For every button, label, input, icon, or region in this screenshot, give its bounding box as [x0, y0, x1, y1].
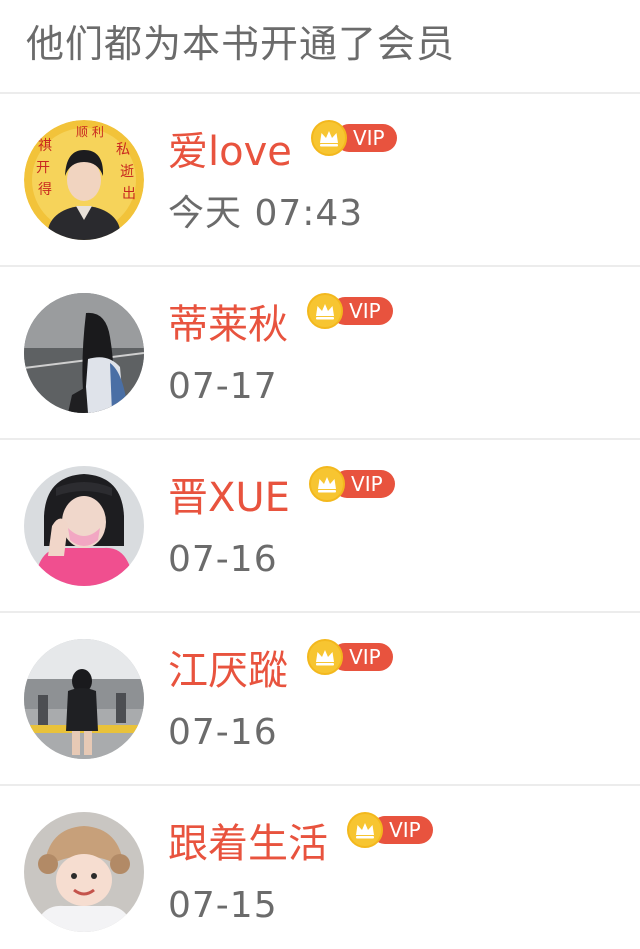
- list-item[interactable]: 晋XUE VIP 07-16: [0, 440, 640, 613]
- name-line: 晋XUE VIP: [168, 466, 395, 526]
- svg-text:私: 私: [116, 142, 130, 158]
- members-page: 他们都为本书开通了会员 祺 开 得 私 逝 出 顺 利 爱love VIP 今天…: [0, 0, 640, 949]
- list-item[interactable]: 蒂莱秋 VIP 07-17: [0, 267, 640, 440]
- crown-icon: [347, 812, 384, 848]
- member-list: 祺 开 得 私 逝 出 顺 利 爱love VIP 今天 07:43 蒂莱秋 V…: [0, 94, 640, 949]
- svg-text:逝: 逝: [120, 164, 134, 180]
- list-item[interactable]: 江厌蹤 VIP 07-16: [0, 613, 640, 786]
- crown-icon: [307, 293, 344, 329]
- vip-badge: VIP: [307, 639, 393, 675]
- name-line: 爱love VIP: [168, 120, 397, 180]
- open-time: 07-16: [168, 712, 278, 753]
- name-line: 蒂莱秋 VIP: [168, 293, 393, 353]
- svg-text:顺 利: 顺 利: [76, 125, 104, 139]
- svg-text:出: 出: [122, 186, 136, 202]
- crown-icon: [309, 466, 346, 502]
- svg-text:祺: 祺: [38, 138, 52, 154]
- photo-avatar-baby-hat-icon: [24, 812, 144, 932]
- avatar[interactable]: [24, 639, 144, 759]
- avatar[interactable]: [24, 812, 144, 932]
- avatar[interactable]: [24, 466, 144, 586]
- member-name[interactable]: 蒂莱秋: [168, 297, 288, 353]
- vip-badge: VIP: [309, 466, 395, 502]
- name-line: 江厌蹤 VIP: [168, 639, 393, 699]
- svg-text:得: 得: [38, 181, 52, 198]
- member-name[interactable]: 跟着生活: [168, 816, 328, 872]
- crown-icon: [307, 639, 344, 675]
- crown-icon: [310, 120, 347, 156]
- open-time: 07-15: [168, 885, 278, 926]
- photo-avatar-girl-pink-hoodie-icon: [24, 466, 144, 586]
- photo-avatar-boy-red-poster-icon: 祺 开 得 私 逝 出 顺 利: [24, 120, 144, 240]
- vip-badge: VIP: [307, 293, 393, 329]
- header: 他们都为本书开通了会员: [0, 0, 640, 94]
- photo-avatar-girl-station-icon: [24, 639, 144, 759]
- open-time: 07-17: [168, 366, 278, 407]
- list-item[interactable]: 跟着生活 VIP 07-15: [0, 786, 640, 949]
- vip-badge: VIP: [347, 812, 433, 848]
- avatar[interactable]: [24, 293, 144, 413]
- open-time: 今天 07:43: [168, 193, 364, 234]
- photo-avatar-girl-street-icon: [24, 293, 144, 413]
- member-name[interactable]: 晋XUE: [168, 470, 290, 526]
- name-line: 跟着生活 VIP: [168, 812, 433, 872]
- page-title: 他们都为本书开通了会员: [26, 22, 456, 66]
- vip-badge: VIP: [310, 120, 397, 156]
- member-name[interactable]: 爱love: [168, 124, 292, 180]
- svg-text:开: 开: [36, 160, 50, 176]
- list-item[interactable]: 祺 开 得 私 逝 出 顺 利 爱love VIP 今天 07:43: [0, 94, 640, 267]
- avatar[interactable]: 祺 开 得 私 逝 出 顺 利: [24, 120, 144, 240]
- member-name[interactable]: 江厌蹤: [168, 643, 288, 699]
- open-time: 07-16: [168, 539, 278, 580]
